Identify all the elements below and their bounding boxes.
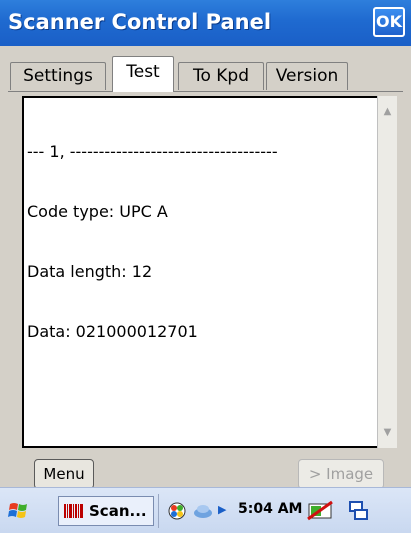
image-button[interactable]: > Image bbox=[298, 459, 384, 489]
system-tray: ▶ 5:04 AM bbox=[160, 496, 410, 526]
tab-strip: Settings Test To Kpd Version bbox=[0, 46, 411, 92]
tab-divider bbox=[8, 91, 403, 92]
clock-time[interactable]: 5:04 AM bbox=[238, 501, 302, 517]
battery-icon[interactable] bbox=[306, 499, 336, 523]
scan-task-label: Scan... bbox=[89, 502, 147, 520]
taskbar: Scan... ▶ 5:04 AM bbox=[0, 487, 411, 533]
taskbar-separator bbox=[158, 494, 159, 528]
ok-button[interactable]: OK bbox=[373, 7, 405, 37]
output-line: --- 1, ---------------------------------… bbox=[27, 142, 278, 161]
tab-test[interactable]: Test bbox=[112, 56, 174, 92]
output-lines: --- 1, ---------------------------------… bbox=[27, 102, 278, 382]
tab-settings[interactable]: Settings bbox=[10, 62, 106, 90]
scan-task-button[interactable]: Scan... bbox=[58, 496, 154, 526]
output-line: Data: 021000012701 bbox=[27, 322, 198, 341]
scroll-up-arrow-icon[interactable]: ▲ bbox=[378, 102, 397, 121]
scroll-down-arrow-icon[interactable]: ▼ bbox=[378, 423, 397, 442]
keyboard-icon[interactable] bbox=[348, 499, 370, 523]
vertical-scrollbar[interactable]: ▲ ▼ bbox=[377, 96, 397, 448]
barcode-icon bbox=[64, 504, 83, 518]
output-line: Code type: UPC A bbox=[27, 202, 168, 221]
tab-version[interactable]: Version bbox=[266, 62, 348, 90]
windows-flag-icon[interactable] bbox=[4, 496, 34, 526]
expand-arrow-icon[interactable]: ▶ bbox=[218, 503, 226, 516]
tab-to-kpd[interactable]: To Kpd bbox=[178, 62, 264, 90]
bluetooth-icon[interactable] bbox=[192, 501, 214, 521]
title-bar: Scanner Control Panel OK bbox=[0, 0, 411, 46]
output-line: Data length: 12 bbox=[27, 262, 153, 281]
network-icon[interactable] bbox=[166, 500, 188, 522]
window-title: Scanner Control Panel bbox=[8, 10, 272, 34]
scan-output-textarea[interactable]: --- 1, ---------------------------------… bbox=[22, 96, 397, 448]
menu-button[interactable]: Menu bbox=[34, 459, 94, 489]
